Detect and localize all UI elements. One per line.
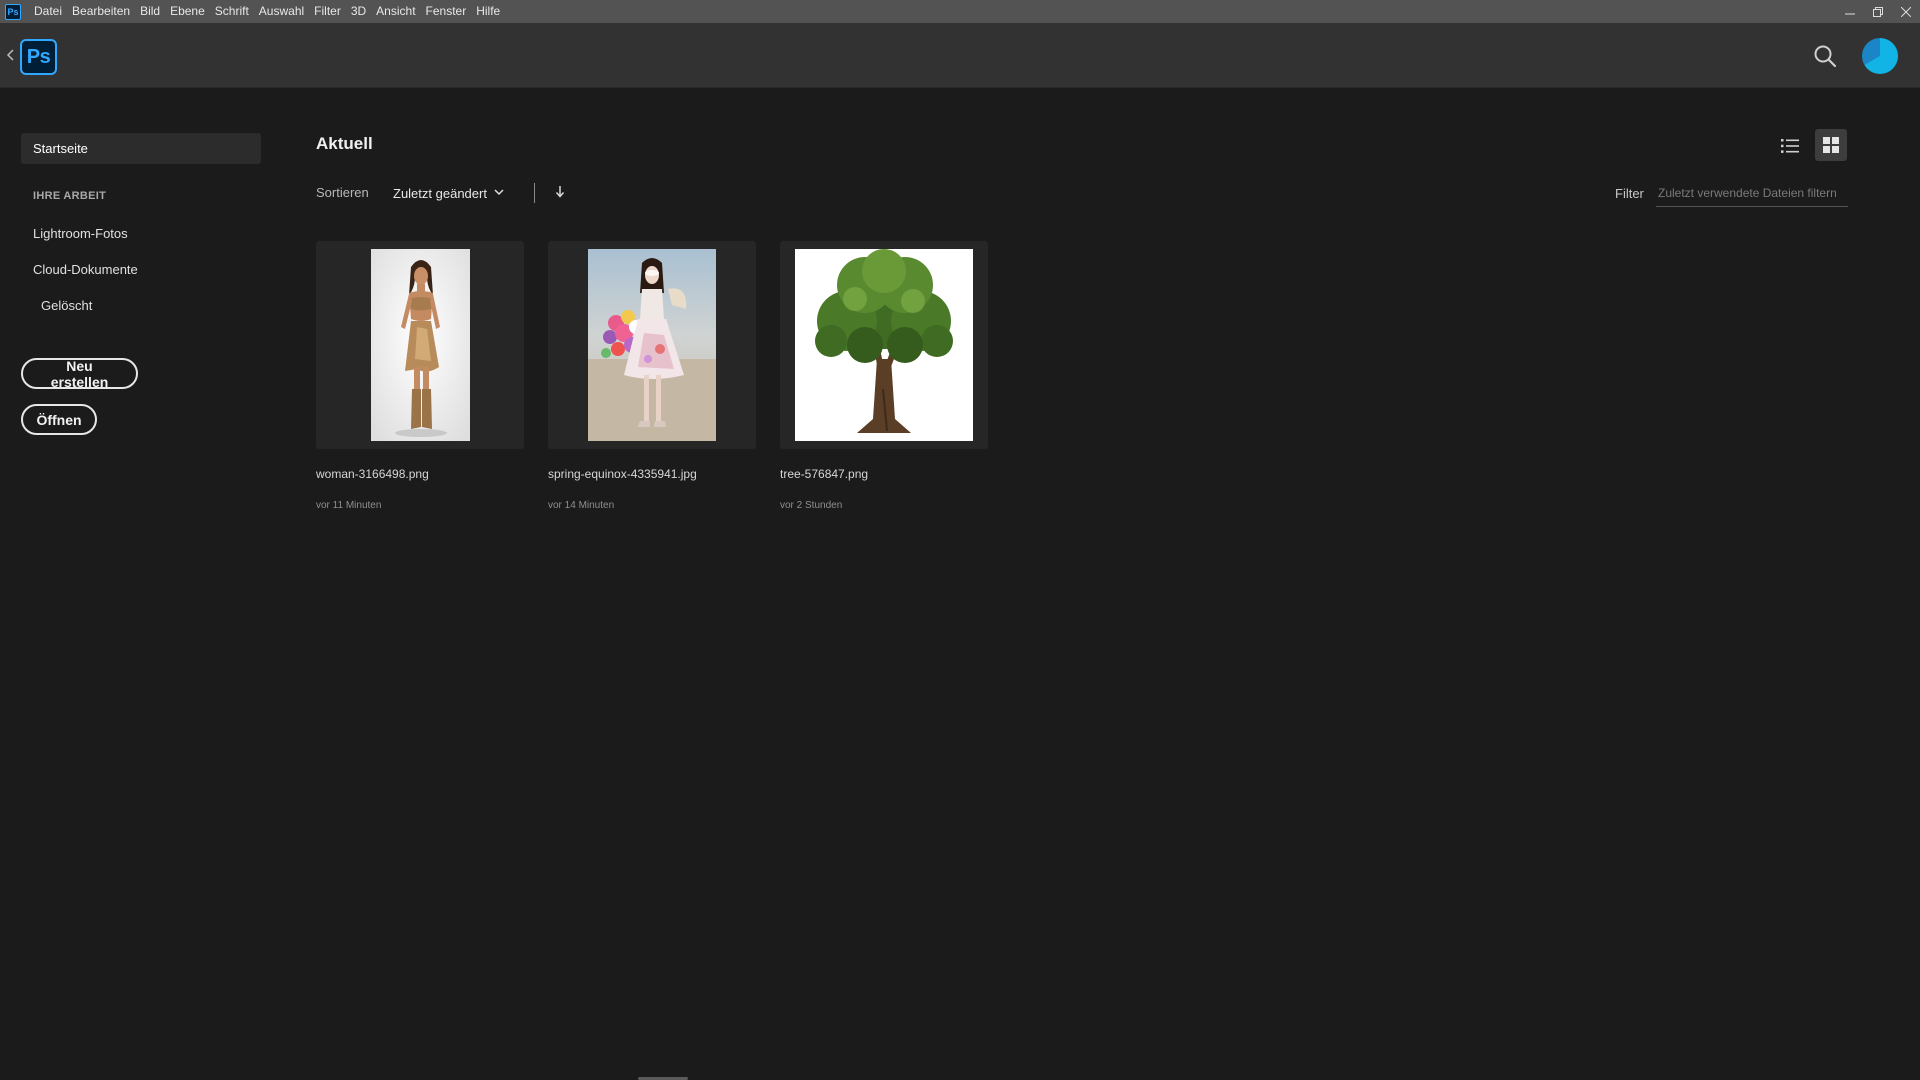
file-card-woman[interactable]: woman-3166498.png vor 11 Minuten [316,241,524,511]
menu-bearbeiten[interactable]: Bearbeiten [67,0,135,23]
file-name[interactable]: tree-576847.png [780,467,868,481]
app-header: Ps [0,23,1920,88]
spring-equinox-thumbnail-image [588,249,716,441]
menu-ansicht[interactable]: Ansicht [371,0,420,23]
photoshop-app-icon[interactable]: Ps [5,3,21,20]
minimize-icon[interactable] [1836,0,1864,23]
photoshop-logo[interactable]: Ps [20,39,57,75]
menu-datei[interactable]: Datei [29,0,67,23]
sidebar-item-cloud-dokumente[interactable]: Cloud-Dokumente [33,262,138,277]
filter-input[interactable] [1656,180,1848,207]
file-modified-time: vor 11 Minuten [316,500,382,511]
menu-ebene[interactable]: Ebene [165,0,210,23]
search-icon[interactable] [1812,43,1838,69]
new-file-button[interactable]: Neu erstellen [21,358,138,390]
menu-fenster[interactable]: Fenster [421,0,472,23]
woman-thumbnail-image [370,249,470,441]
file-name[interactable]: spring-equinox-4335941.jpg [548,467,697,481]
sort-dropdown[interactable]: Zuletzt geändert [393,183,505,203]
close-icon[interactable] [1892,0,1920,23]
menu-bild[interactable]: Bild [135,0,165,23]
sidebar-item-lightroom-fotos[interactable]: Lightroom-Fotos [33,226,128,241]
tree-thumbnail-image [795,249,973,441]
window-controls [1836,0,1920,23]
open-file-button[interactable]: Öffnen [21,404,97,435]
sort-divider [534,183,535,203]
menu-3d[interactable]: 3D [346,0,371,23]
menu-filter[interactable]: Filter [309,0,346,23]
menu-schrift[interactable]: Schrift [210,0,254,23]
file-modified-time: vor 2 Stunden [780,500,843,511]
file-modified-time: vor 14 Minuten [548,500,615,511]
file-thumbnail[interactable] [780,241,988,449]
menu-bar: Ps Datei Bearbeiten Bild Ebene Schrift A… [0,0,1920,23]
sort-value: Zuletzt geändert [393,185,487,201]
file-thumbnail[interactable] [548,241,756,449]
sidebar-item-startseite[interactable]: Startseite [21,133,261,164]
file-thumbnail[interactable] [316,241,524,449]
sort-direction-arrow-icon[interactable] [553,184,567,200]
file-card-tree[interactable]: tree-576847.png vor 2 Stunden [780,241,988,511]
grid-view-icon[interactable] [1815,129,1847,161]
file-card-spring-equinox[interactable]: spring-equinox-4335941.jpg vor 14 Minute… [548,241,756,511]
sort-label: Sortieren [316,185,369,200]
file-name[interactable]: woman-3166498.png [316,467,429,481]
avatar[interactable] [1862,38,1898,74]
sidebar-section-title: IHRE ARBEIT [33,190,107,202]
sidebar-item-geloescht[interactable]: Gelöscht [41,298,92,313]
restore-icon[interactable] [1864,0,1892,23]
page-title: Aktuell [316,134,373,153]
list-view-icon[interactable] [1774,130,1806,162]
menu-auswahl[interactable]: Auswahl [254,0,309,23]
chevron-down-icon [493,186,505,201]
filter-label: Filter [1615,186,1644,201]
chevron-left-icon[interactable] [6,45,16,65]
menu-hilfe[interactable]: Hilfe [471,0,505,23]
